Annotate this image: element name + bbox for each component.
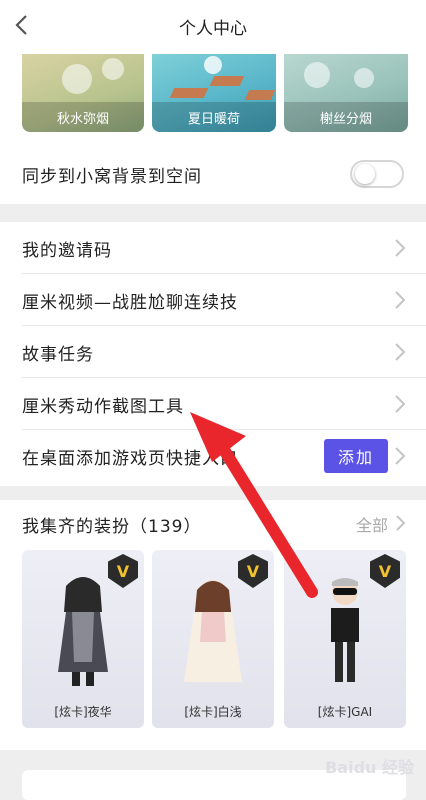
menu-item-video[interactable]: 厘米视频—战胜尬聊连续技 xyxy=(0,274,426,326)
menu-item-story-task[interactable]: 故事任务 xyxy=(0,326,426,378)
chevron-right-icon xyxy=(395,343,406,361)
chevron-right-icon xyxy=(396,515,406,531)
theme-label: 榭丝分烟 xyxy=(284,102,408,132)
menu-item-desktop-shortcut[interactable]: 在桌面添加游戏页快捷入口 添加 xyxy=(0,430,426,482)
menu-list: 我的邀请码 厘米视频—战胜尬聊连续技 故事任务 厘米秀动作截图工具 在桌面添加游… xyxy=(0,222,426,486)
outfit-name: [炫卡]GAI xyxy=(317,705,373,719)
view-all-link[interactable]: 全部 xyxy=(356,512,388,536)
avatar-figure xyxy=(331,578,359,682)
theme-thumbnails: 秋水弥烟 夏日暖荷 榭丝分烟 xyxy=(0,54,426,144)
sync-background-row: 同步到小窝背景到空间 xyxy=(0,144,426,204)
menu-item-label: 在桌面添加游戏页快捷入口 xyxy=(22,449,238,469)
sync-toggle[interactable] xyxy=(350,160,404,188)
theme-label: 秋水弥烟 xyxy=(22,102,144,132)
outfit-card[interactable]: V [炫卡]GAI xyxy=(284,550,406,728)
theme-label: 夏日暖荷 xyxy=(152,102,276,132)
chevron-right-icon xyxy=(395,395,406,413)
chevron-right-icon xyxy=(395,291,406,309)
menu-item-label: 我的邀请码 xyxy=(22,241,112,261)
watermark: Baidu 经验 xyxy=(325,758,414,777)
menu-item-invite-code[interactable]: 我的邀请码 xyxy=(0,222,426,274)
toggle-knob xyxy=(355,164,375,184)
add-button[interactable]: 添加 xyxy=(324,439,388,473)
menu-item-label: 厘米视频—战胜尬聊连续技 xyxy=(22,293,238,313)
menu-item-screenshot-tool[interactable]: 厘米秀动作截图工具 xyxy=(0,378,426,430)
collection-title: 我集齐的装扮（139） xyxy=(22,517,202,537)
outfit-card[interactable]: V [炫卡]夜华 xyxy=(22,550,144,728)
outfit-name: [炫卡]夜华 xyxy=(54,705,112,719)
avatar-figure xyxy=(58,577,108,686)
page-title: 个人中心 xyxy=(179,19,247,39)
theme-card-1[interactable]: 秋水弥烟 xyxy=(22,54,144,132)
menu-item-label: 故事任务 xyxy=(22,345,94,365)
chevron-right-icon xyxy=(395,447,406,465)
outfit-name: [炫卡]白浅 xyxy=(184,705,242,719)
chevron-right-icon xyxy=(395,239,406,257)
theme-card-3[interactable]: 榭丝分烟 xyxy=(284,54,408,132)
top-bar: 个人中心 xyxy=(0,0,426,54)
avatar-figure xyxy=(184,580,242,682)
theme-card-2[interactable]: 夏日暖荷 xyxy=(152,54,276,132)
collection-section: 我集齐的装扮（139） 全部 V [炫卡]夜华 V [炫卡]白浅 V [炫卡]G… xyxy=(0,500,426,750)
sync-label: 同步到小窝背景到空间 xyxy=(22,167,202,187)
outfit-card[interactable]: V [炫卡]白浅 xyxy=(152,550,274,728)
menu-item-label: 厘米秀动作截图工具 xyxy=(22,397,184,417)
